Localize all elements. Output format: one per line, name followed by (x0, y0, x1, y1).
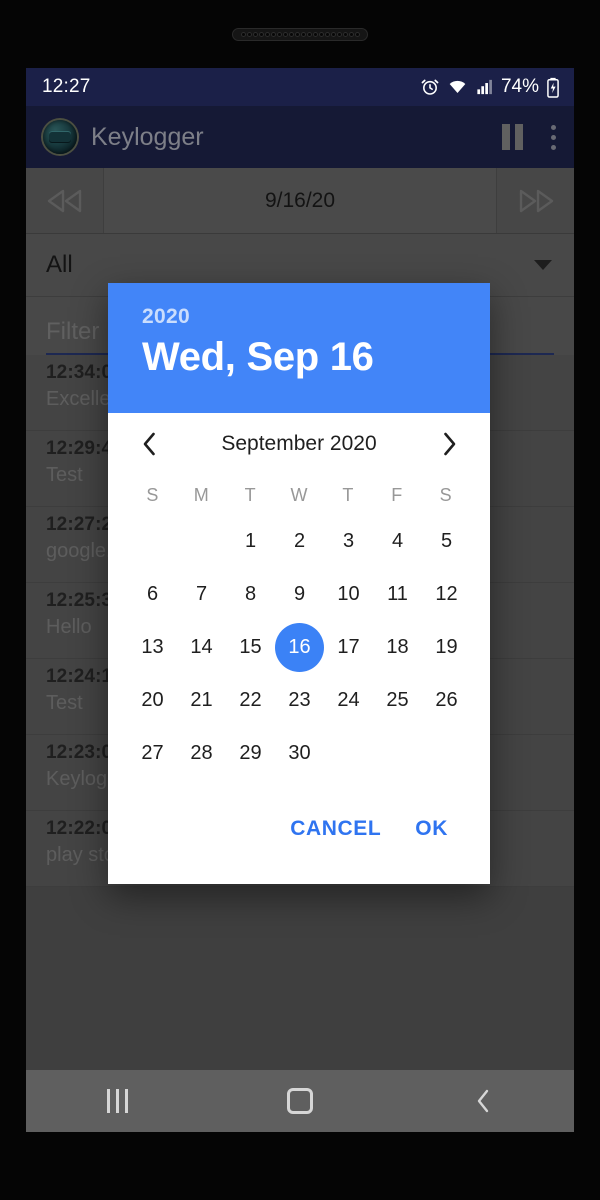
weekday-label: T (342, 484, 354, 505)
keylogger-app-icon (43, 120, 77, 154)
phone-device: 12:27 74% Keylogger 9/16/20 All Filter 1… (0, 0, 600, 1200)
cancel-button[interactable]: CANCEL (290, 817, 381, 841)
wifi-icon (449, 80, 466, 93)
day-cell[interactable]: 29 (226, 727, 275, 780)
day-cell[interactable]: 18 (373, 621, 422, 674)
weekday-label: S (439, 484, 452, 505)
pause-icon[interactable] (502, 124, 523, 150)
day-cell[interactable]: 4 (373, 515, 422, 568)
day-cell[interactable]: 25 (373, 674, 422, 727)
day-cell[interactable]: 22 (226, 674, 275, 727)
alarm-icon (421, 79, 439, 95)
status-icons: 74% (420, 76, 560, 98)
phone-screen: 12:27 74% Keylogger 9/16/20 All Filter 1… (26, 68, 574, 1132)
weekday-label: T (244, 484, 256, 505)
day-cell[interactable]: 8 (226, 568, 275, 621)
day-cell[interactable]: 26 (422, 674, 471, 727)
calendar-week-row: 6 7 8 9 10 11 12 (128, 568, 470, 621)
day-cell[interactable]: 9 (275, 568, 324, 621)
day-cell[interactable]: 2 (275, 515, 324, 568)
earpiece-speaker (232, 28, 368, 41)
day-cell[interactable]: 7 (177, 568, 226, 621)
day-cell[interactable]: 12 (422, 568, 471, 621)
calendar-grid: S M T W T F S 1 2 3 4 5 6 7 8 9 10 11 12… (108, 475, 490, 784)
app-bar: Keylogger (26, 106, 574, 168)
status-bar: 12:27 74% (26, 68, 574, 106)
battery-percent: 74% (500, 76, 539, 97)
day-cell[interactable]: 20 (128, 674, 177, 727)
day-cell[interactable]: 1 (226, 515, 275, 568)
weekday-label: S (146, 484, 159, 505)
signal-icon (477, 79, 492, 95)
day-cell[interactable]: 17 (324, 621, 373, 674)
picker-selected-date[interactable]: Wed, Sep 16 (142, 335, 456, 380)
back-icon (477, 1089, 488, 1113)
month-label: September 2020 (221, 432, 377, 455)
ok-button[interactable]: OK (415, 817, 448, 841)
current-date-label[interactable]: 9/16/20 (104, 168, 496, 233)
prev-month-button[interactable] (126, 421, 172, 467)
day-cell[interactable]: 28 (177, 727, 226, 780)
next-month-button[interactable] (426, 421, 472, 467)
day-cell[interactable]: 10 (324, 568, 373, 621)
weekday-header-row: S M T W T F S (128, 475, 470, 515)
day-cell (128, 515, 177, 568)
date-picker-dialog: 2020 Wed, Sep 16 September 2020 S M T W … (108, 283, 490, 884)
weekday-label: W (290, 484, 308, 505)
fast-forward-button[interactable] (496, 168, 574, 233)
chevron-left-icon (143, 432, 155, 456)
day-cell (373, 727, 422, 780)
day-cell[interactable]: 15 (226, 621, 275, 674)
fast-forward-icon (519, 189, 553, 212)
calendar-week-row: 1 2 3 4 5 (128, 515, 470, 568)
day-cell[interactable]: 23 (275, 674, 324, 727)
day-cell[interactable]: 27 (128, 727, 177, 780)
day-cell[interactable]: 30 (275, 727, 324, 780)
day-cell[interactable]: 19 (422, 621, 471, 674)
chevron-down-icon (534, 260, 552, 270)
home-button[interactable] (209, 1088, 392, 1114)
date-picker-header: 2020 Wed, Sep 16 (108, 283, 490, 413)
date-nav-bar: 9/16/20 (26, 168, 574, 234)
day-cell[interactable]: 14 (177, 621, 226, 674)
spinner-value: All (46, 251, 73, 278)
day-cell[interactable]: 13 (128, 621, 177, 674)
rewind-icon (47, 189, 81, 212)
calendar-week-row: 13 14 15 16 17 18 19 (128, 621, 470, 674)
android-nav-bar (26, 1070, 574, 1132)
chevron-right-icon (443, 432, 455, 456)
calendar-week-row: 27 28 29 30 (128, 727, 470, 780)
day-cell[interactable]: 21 (177, 674, 226, 727)
day-cell[interactable]: 3 (324, 515, 373, 568)
day-cell (422, 727, 471, 780)
day-cell[interactable]: 5 (422, 515, 471, 568)
battery-icon (547, 77, 559, 98)
day-cell[interactable]: 6 (128, 568, 177, 621)
month-navigation: September 2020 (108, 413, 490, 475)
recents-button[interactable] (26, 1089, 209, 1113)
recents-icon (106, 1089, 128, 1113)
app-bar-actions (502, 124, 556, 150)
calendar-week-row: 20 21 22 23 24 25 26 (128, 674, 470, 727)
weekday-label: M (193, 484, 209, 505)
status-clock: 12:27 (42, 76, 91, 97)
weekday-label: F (391, 484, 403, 505)
day-cell-selected[interactable]: 16 (275, 621, 324, 674)
overflow-menu-icon[interactable] (551, 124, 556, 150)
day-cell (177, 515, 226, 568)
dialog-actions: CANCEL OK (108, 784, 490, 884)
day-cell[interactable]: 11 (373, 568, 422, 621)
back-button[interactable] (391, 1087, 574, 1115)
home-icon (287, 1088, 313, 1114)
app-title: Keylogger (91, 122, 204, 151)
day-cell[interactable]: 24 (324, 674, 373, 727)
day-cell (324, 727, 373, 780)
picker-year[interactable]: 2020 (142, 305, 456, 329)
rewind-button[interactable] (26, 168, 104, 233)
